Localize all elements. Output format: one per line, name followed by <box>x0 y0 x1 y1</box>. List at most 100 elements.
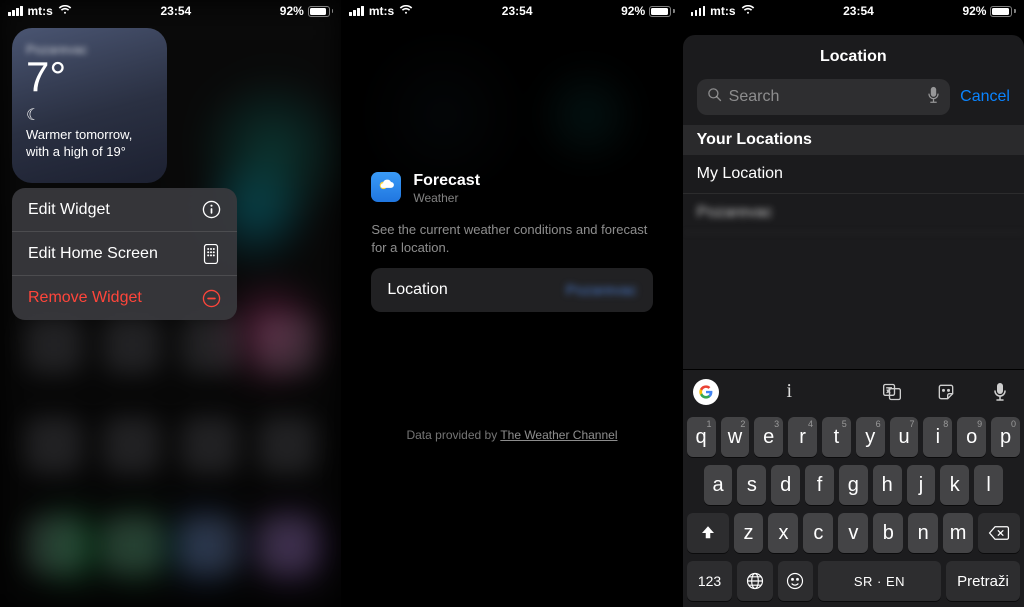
keyboard-row-3: z x c v b n m <box>687 513 1020 553</box>
wifi-icon <box>741 4 755 18</box>
location-row[interactable]: Location Pozarevac <box>371 268 652 312</box>
mic-icon[interactable] <box>986 378 1014 406</box>
battery-percent: 92% <box>280 4 304 18</box>
menu-edit-home-screen[interactable]: Edit Home Screen <box>12 232 237 276</box>
key-j[interactable]: j <box>907 465 936 505</box>
status-bar: mt:s 23:54 92% <box>0 0 341 20</box>
key-globe[interactable] <box>737 561 772 601</box>
key-d[interactable]: d <box>771 465 800 505</box>
search-placeholder: Search <box>729 88 921 106</box>
search-icon <box>707 87 722 107</box>
cellular-signal-icon <box>8 6 23 16</box>
key-search[interactable]: Pretraži <box>946 561 1020 601</box>
key-y[interactable]: y6 <box>856 417 885 457</box>
moon-icon: ☾ <box>26 105 153 125</box>
key-u[interactable]: u7 <box>890 417 919 457</box>
widget-forecast-text: Warmer tomorrow, with a high of 19° <box>26 127 153 160</box>
menu-label: Edit Widget <box>28 201 110 219</box>
battery-icon <box>308 6 334 17</box>
carrier-label: mt:s <box>28 4 53 18</box>
dictate-icon[interactable] <box>927 86 940 109</box>
key-x[interactable]: x <box>768 513 798 553</box>
key-backspace[interactable] <box>978 513 1020 553</box>
google-icon[interactable] <box>693 379 719 405</box>
carrier-label: mt:s <box>710 4 735 18</box>
clock: 23:54 <box>160 4 191 18</box>
key-k[interactable]: k <box>940 465 969 505</box>
battery-percent: 92% <box>621 4 645 18</box>
key-h[interactable]: h <box>873 465 902 505</box>
battery-icon <box>990 6 1016 17</box>
battery-icon <box>649 6 675 17</box>
key-r[interactable]: r4 <box>788 417 817 457</box>
cellular-signal-icon <box>349 6 364 16</box>
wifi-icon <box>399 4 413 18</box>
info-icon <box>201 200 221 220</box>
apps-grid-icon <box>201 244 221 264</box>
key-p[interactable]: p0 <box>991 417 1020 457</box>
sheet-subtitle: Weather <box>413 191 480 205</box>
menu-label: Edit Home Screen <box>28 245 158 263</box>
key-o[interactable]: o9 <box>957 417 986 457</box>
key-f[interactable]: f <box>805 465 834 505</box>
menu-remove-widget[interactable]: Remove Widget <box>12 276 237 320</box>
status-bar: mt:s 23:54 92% <box>341 0 682 20</box>
carrier-label: mt:s <box>369 4 394 18</box>
key-w[interactable]: w2 <box>721 417 750 457</box>
key-a[interactable]: a <box>704 465 733 505</box>
key-n[interactable]: n <box>908 513 938 553</box>
menu-label: Remove Widget <box>28 289 142 307</box>
keyboard: i q1 w2 e3 r4 t5 y6 u7 i8 o9 p0 a s d <box>683 369 1024 607</box>
key-m[interactable]: m <box>943 513 973 553</box>
key-l[interactable]: l <box>974 465 1003 505</box>
location-row-value-blurred: Pozarevac <box>566 282 637 299</box>
data-attribution: Data provided by The Weather Channel <box>341 428 682 442</box>
section-your-locations: Your Locations <box>683 125 1024 155</box>
key-i[interactable]: i8 <box>923 417 952 457</box>
location-row-label: Location <box>387 281 448 299</box>
key-c[interactable]: c <box>803 513 833 553</box>
location-item-my-location[interactable]: My Location <box>683 155 1024 194</box>
panel-edit-widget-sheet: mt:s 23:54 92% Forecast Weather See the … <box>341 0 682 607</box>
menu-edit-widget[interactable]: Edit Widget <box>12 188 237 232</box>
sheet-title: Forecast <box>413 172 480 190</box>
panel-widget-context-menu: mt:s 23:54 92% Pozarevac 7° ☾ Warmer tom… <box>0 0 341 607</box>
suggestion-text[interactable]: i <box>727 380 852 403</box>
key-q[interactable]: q1 <box>687 417 716 457</box>
keyboard-row-4: 123 SR · EN Pretraži <box>687 561 1020 601</box>
sticker-icon[interactable] <box>932 378 960 406</box>
key-z[interactable]: z <box>734 513 764 553</box>
key-spacebar[interactable]: SR · EN <box>818 561 941 601</box>
weather-channel-link[interactable]: The Weather Channel <box>500 428 617 442</box>
translate-icon[interactable] <box>878 378 906 406</box>
key-s[interactable]: s <box>737 465 766 505</box>
forecast-header: Forecast Weather <box>371 172 652 205</box>
widget-context-menu: Edit Widget Edit Home Screen Remove Widg… <box>12 188 237 320</box>
key-123[interactable]: 123 <box>687 561 733 601</box>
keyboard-row-1: q1 w2 e3 r4 t5 y6 u7 i8 o9 p0 <box>687 417 1020 457</box>
battery-percent: 92% <box>962 4 986 18</box>
keyboard-suggestion-bar: i <box>683 370 1024 413</box>
clock: 23:54 <box>502 4 533 18</box>
sheet-description: See the current weather conditions and f… <box>371 221 652 256</box>
clock: 23:54 <box>843 4 874 18</box>
widget-location-blurred: Pozarevac <box>26 42 153 57</box>
keyboard-row-2: a s d f g h j k l <box>687 465 1020 505</box>
key-shift[interactable] <box>687 513 729 553</box>
weather-widget[interactable]: Pozarevac 7° ☾ Warmer tomorrow, with a h… <box>12 28 167 183</box>
cancel-button[interactable]: Cancel <box>960 88 1010 106</box>
location-item-blurred[interactable]: Pozarevac <box>683 194 1024 233</box>
key-emoji[interactable] <box>778 561 813 601</box>
key-t[interactable]: t5 <box>822 417 851 457</box>
search-input[interactable]: Search <box>697 79 951 115</box>
wifi-icon <box>58 4 72 18</box>
key-b[interactable]: b <box>873 513 903 553</box>
nav-bar: Location <box>683 35 1024 79</box>
status-bar: mt:s 23:54 92% <box>683 0 1024 20</box>
key-g[interactable]: g <box>839 465 868 505</box>
widget-temperature: 7° <box>26 55 153 99</box>
remove-icon <box>201 288 221 308</box>
key-v[interactable]: v <box>838 513 868 553</box>
weather-app-icon <box>371 172 401 202</box>
key-e[interactable]: e3 <box>754 417 783 457</box>
